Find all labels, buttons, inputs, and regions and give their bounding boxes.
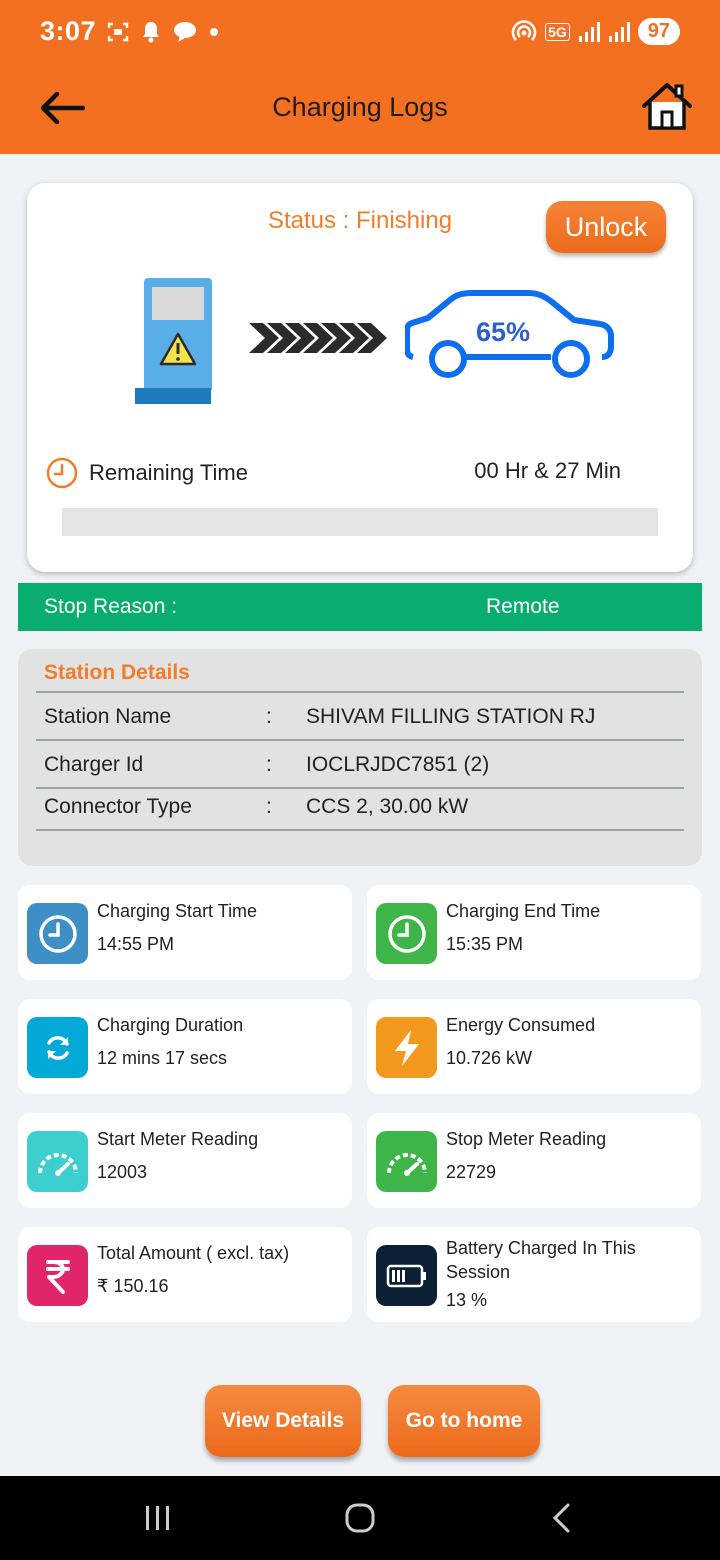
battery-level: 97 (637, 18, 680, 45)
dot-icon (210, 28, 218, 36)
charging-start-time-tile: Charging Start Time 14:55 PM (18, 885, 352, 980)
status-bar: 3:07 5G 97 (0, 0, 720, 68)
lightning-icon (394, 1029, 419, 1066)
charging-duration-tile: Charging Duration 12 mins 17 secs (18, 999, 352, 1094)
tile-value: 22729 (446, 1162, 497, 1182)
tile-icon-bg (27, 1017, 88, 1078)
remaining-time-label: Remaining Time (89, 460, 248, 485)
row-value: SHIVAM FILLING STATION RJ (306, 705, 596, 728)
clock-icon (387, 914, 426, 953)
row-value: IOCLRJDC7851 (2) (306, 753, 490, 776)
row-colon: : (266, 753, 272, 776)
charging-status-card: Status : Finishing Unlock 65% Remaining … (27, 183, 693, 572)
unlock-button[interactable]: Unlock (546, 201, 666, 253)
charging-end-time-tile: Charging End Time 15:35 PM (367, 885, 701, 980)
tile-value: 15:35 PM (446, 934, 524, 954)
divider (36, 739, 684, 741)
charging-arrows-icon (249, 323, 387, 353)
status-system-icons: 5G 97 (511, 18, 680, 45)
tile-label: Total Amount ( excl. tax) (97, 1243, 290, 1263)
tile-icon-bg (376, 1245, 437, 1306)
tile-value: ₹ 150.16 (97, 1276, 169, 1296)
go-to-home-button[interactable]: Go to home (388, 1385, 540, 1457)
back-chevron-icon (552, 1503, 570, 1533)
total-amount-tile: Total Amount ( excl. tax) ₹ 150.16 (18, 1227, 352, 1322)
battery-icon (386, 1264, 426, 1287)
tile-label: Charging Duration (97, 1015, 244, 1035)
tile-icon-bg (27, 1245, 88, 1306)
energy-consumed-tile: Energy Consumed 10.726 kW (367, 999, 701, 1094)
row-colon: : (266, 705, 272, 728)
divider (36, 691, 684, 693)
tile-label: Energy Consumed (446, 1015, 596, 1035)
tile-value: 13 % (446, 1290, 488, 1310)
charger-id-row: Charger Id : IOCLRJDC7851 (2) (44, 753, 684, 783)
row-label: Charger Id (44, 753, 144, 776)
chat-icon (174, 22, 196, 42)
recent-apps-button[interactable] (128, 1498, 188, 1538)
speedometer-icon (37, 1152, 78, 1176)
system-navigation-bar (0, 1476, 720, 1560)
stop-meter-reading-tile: Stop Meter Reading 22729 (367, 1113, 701, 1208)
page-title: Charging Logs (272, 92, 448, 122)
battery-charged-tile: Battery Charged In This Session 13 % (367, 1227, 701, 1322)
row-colon: : (266, 795, 272, 818)
screenshot-icon (107, 22, 129, 42)
tile-icon-bg (376, 1017, 437, 1078)
stop-reason-value: Remote (486, 595, 560, 618)
tile-icon-bg (376, 903, 437, 964)
back-nav-button[interactable] (531, 1498, 591, 1538)
speedometer-icon (386, 1152, 427, 1176)
signal-icon-2 (608, 21, 630, 42)
rupee-icon (45, 1259, 70, 1294)
tile-icon-bg (27, 903, 88, 964)
recent-apps-icon (146, 1506, 169, 1530)
row-label: Connector Type (44, 795, 192, 818)
tile-value: 14:55 PM (97, 934, 175, 954)
tile-label: Stop Meter Reading (446, 1129, 607, 1149)
tile-label: Start Meter Reading (97, 1129, 259, 1149)
row-label: Station Name (44, 705, 172, 728)
network-type-label: 5G (545, 22, 570, 41)
home-nav-button[interactable] (330, 1498, 390, 1538)
tile-value: 10.726 kW (446, 1048, 533, 1068)
row-value: CCS 2, 30.00 kW (306, 795, 469, 818)
charging-progress-bar (62, 508, 658, 536)
charger-station-icon (135, 278, 212, 404)
tile-label: Charging End Time (446, 901, 601, 921)
tile-label: Charging Start Time (97, 901, 258, 921)
view-details-button[interactable]: View Details (205, 1385, 361, 1457)
tile-label: Battery Charged In This Session (446, 1238, 636, 1282)
remaining-time-value: 00 Hr & 27 Min (474, 458, 621, 483)
tile-value: 12 mins 17 secs (97, 1048, 228, 1068)
refresh-icon (46, 1035, 69, 1060)
home-circle-icon (345, 1503, 375, 1533)
station-name-row: Station Name : SHIVAM FILLING STATION RJ (44, 705, 684, 735)
clock-icon (46, 457, 78, 489)
tile-value: 12003 (97, 1162, 148, 1182)
station-details-title: Station Details (44, 661, 190, 684)
connector-type-row: Connector Type : CCS 2, 30.00 kW (44, 795, 684, 825)
clock-icon (38, 914, 77, 953)
home-icon (642, 83, 692, 130)
status-time: 3:07 (40, 16, 97, 46)
divider (36, 787, 684, 789)
signal-icon (578, 21, 600, 42)
app-bar: Charging Logs (0, 68, 720, 154)
home-button[interactable] (640, 80, 694, 134)
tile-icon-bg (376, 1131, 437, 1192)
divider (36, 829, 684, 831)
battery-percent-label: 65% (476, 317, 531, 347)
bell-icon (143, 22, 159, 43)
stop-reason-label: Stop Reason : (44, 595, 178, 618)
tile-icon-bg (27, 1131, 88, 1192)
start-meter-reading-tile: Start Meter Reading 12003 (18, 1113, 352, 1208)
stop-reason-bar: Stop Reason : Remote (18, 583, 702, 631)
status-notification-icons (106, 20, 220, 44)
hotspot-icon (511, 19, 537, 41)
station-details-panel: Station Details Station Name : SHIVAM FI… (18, 649, 702, 866)
